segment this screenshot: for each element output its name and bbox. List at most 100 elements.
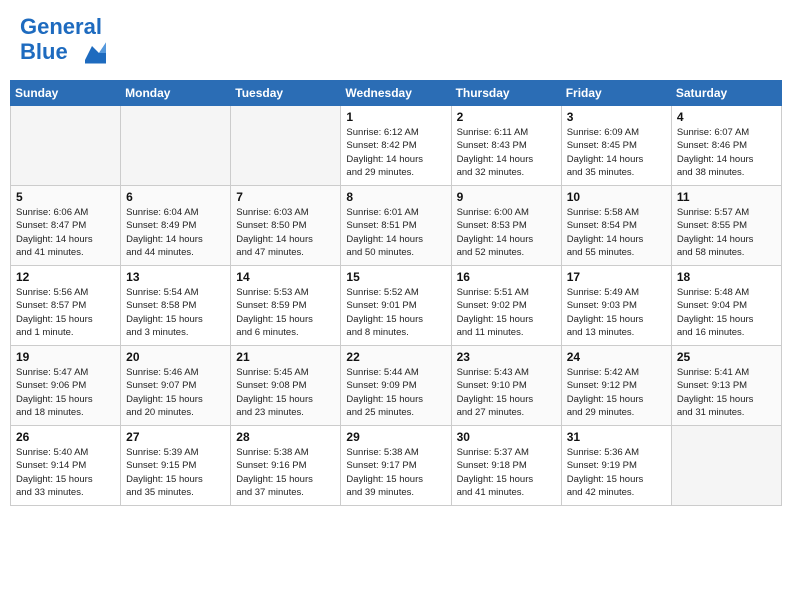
calendar-cell: 22 Sunrise: 5:44 AM Sunset: 9:09 PM Dayli… <box>341 346 451 426</box>
day-number: 24 <box>567 350 666 364</box>
calendar-cell: 18 Sunrise: 5:48 AM Sunset: 9:04 PM Dayli… <box>671 266 781 346</box>
weekday-header-monday: Monday <box>121 81 231 106</box>
day-number: 1 <box>346 110 445 124</box>
calendar-cell: 28Sunrise: 5:38 AM Sunset: 9:16 PM Dayli… <box>231 426 341 506</box>
day-number: 27 <box>126 430 225 444</box>
calendar-cell: 16Sunrise: 5:51 AM Sunset: 9:02 PM Dayli… <box>451 266 561 346</box>
day-info: Sunrise: 6:03 AM Sunset: 8:50 PM Dayligh… <box>236 206 335 259</box>
day-number: 20 <box>126 350 225 364</box>
day-number: 6 <box>126 190 225 204</box>
calendar-cell <box>231 106 341 186</box>
day-number: 9 <box>457 190 556 204</box>
day-number: 12 <box>16 270 115 284</box>
calendar-cell: 21 Sunrise: 5:45 AM Sunset: 9:08 PM Dayli… <box>231 346 341 426</box>
logo-general: General <box>20 14 102 39</box>
day-number: 31 <box>567 430 666 444</box>
day-info: Sunrise: 5:52 AM Sunset: 9:01 PM Dayligh… <box>346 286 445 339</box>
day-info: Sunrise: 5:49 AM Sunset: 9:03 PM Dayligh… <box>567 286 666 339</box>
day-number: 23 <box>457 350 556 364</box>
day-number: 7 <box>236 190 335 204</box>
day-info: Sunrise: 5:41 AM Sunset: 9:13 PM Dayligh… <box>677 366 776 419</box>
calendar-cell: 30 Sunrise: 5:37 AM Sunset: 9:18 PM Dayli… <box>451 426 561 506</box>
calendar-cell: 23Sunrise: 5:43 AM Sunset: 9:10 PM Dayli… <box>451 346 561 426</box>
weekday-header-friday: Friday <box>561 81 671 106</box>
calendar-cell: 17Sunrise: 5:49 AM Sunset: 9:03 PM Dayli… <box>561 266 671 346</box>
day-number: 8 <box>346 190 445 204</box>
weekday-header-row: SundayMondayTuesdayWednesdayThursdayFrid… <box>11 81 782 106</box>
day-number: 29 <box>346 430 445 444</box>
day-info: Sunrise: 6:04 AM Sunset: 8:49 PM Dayligh… <box>126 206 225 259</box>
calendar-table: SundayMondayTuesdayWednesdayThursdayFrid… <box>10 80 782 506</box>
day-info: Sunrise: 6:06 AM Sunset: 8:47 PM Dayligh… <box>16 206 115 259</box>
day-number: 13 <box>126 270 225 284</box>
day-info: Sunrise: 5:40 AM Sunset: 9:14 PM Dayligh… <box>16 446 115 499</box>
day-info: Sunrise: 5:38 AM Sunset: 9:16 PM Dayligh… <box>236 446 335 499</box>
calendar-cell: 10 Sunrise: 5:58 AM Sunset: 8:54 PM Dayli… <box>561 186 671 266</box>
page-header: General Blue <box>10 10 782 72</box>
calendar-cell: 24 Sunrise: 5:42 AM Sunset: 9:12 PM Dayli… <box>561 346 671 426</box>
day-info: Sunrise: 5:37 AM Sunset: 9:18 PM Dayligh… <box>457 446 556 499</box>
calendar-cell: 19Sunrise: 5:47 AM Sunset: 9:06 PM Dayli… <box>11 346 121 426</box>
day-info: Sunrise: 6:01 AM Sunset: 8:51 PM Dayligh… <box>346 206 445 259</box>
calendar-cell <box>671 426 781 506</box>
day-info: Sunrise: 6:09 AM Sunset: 8:45 PM Dayligh… <box>567 126 666 179</box>
week-row-4: 19Sunrise: 5:47 AM Sunset: 9:06 PM Dayli… <box>11 346 782 426</box>
day-info: Sunrise: 5:45 AM Sunset: 9:08 PM Dayligh… <box>236 366 335 419</box>
day-info: Sunrise: 5:54 AM Sunset: 8:58 PM Dayligh… <box>126 286 225 339</box>
day-number: 30 <box>457 430 556 444</box>
day-info: Sunrise: 5:39 AM Sunset: 9:15 PM Dayligh… <box>126 446 225 499</box>
day-info: Sunrise: 5:46 AM Sunset: 9:07 PM Dayligh… <box>126 366 225 419</box>
calendar-cell: 6 Sunrise: 6:04 AM Sunset: 8:49 PM Daylig… <box>121 186 231 266</box>
day-info: Sunrise: 5:58 AM Sunset: 8:54 PM Dayligh… <box>567 206 666 259</box>
day-info: Sunrise: 5:48 AM Sunset: 9:04 PM Dayligh… <box>677 286 776 339</box>
weekday-header-tuesday: Tuesday <box>231 81 341 106</box>
day-number: 14 <box>236 270 335 284</box>
calendar-cell: 12 Sunrise: 5:56 AM Sunset: 8:57 PM Dayli… <box>11 266 121 346</box>
calendar-cell: 31Sunrise: 5:36 AM Sunset: 9:19 PM Dayli… <box>561 426 671 506</box>
day-info: Sunrise: 6:12 AM Sunset: 8:42 PM Dayligh… <box>346 126 445 179</box>
weekday-header-thursday: Thursday <box>451 81 561 106</box>
day-number: 25 <box>677 350 776 364</box>
calendar-cell: 8 Sunrise: 6:01 AM Sunset: 8:51 PM Daylig… <box>341 186 451 266</box>
day-number: 10 <box>567 190 666 204</box>
calendar-cell: 26Sunrise: 5:40 AM Sunset: 9:14 PM Dayli… <box>11 426 121 506</box>
calendar-cell: 15 Sunrise: 5:52 AM Sunset: 9:01 PM Dayli… <box>341 266 451 346</box>
calendar-cell: 2 Sunrise: 6:11 AM Sunset: 8:43 PM Daylig… <box>451 106 561 186</box>
day-info: Sunrise: 6:00 AM Sunset: 8:53 PM Dayligh… <box>457 206 556 259</box>
day-number: 15 <box>346 270 445 284</box>
day-number: 16 <box>457 270 556 284</box>
week-row-5: 26Sunrise: 5:40 AM Sunset: 9:14 PM Dayli… <box>11 426 782 506</box>
day-number: 19 <box>16 350 115 364</box>
calendar-cell: 3 Sunrise: 6:09 AM Sunset: 8:45 PM Daylig… <box>561 106 671 186</box>
day-number: 21 <box>236 350 335 364</box>
week-row-2: 5Sunrise: 6:06 AM Sunset: 8:47 PM Daylig… <box>11 186 782 266</box>
calendar-cell <box>11 106 121 186</box>
day-info: Sunrise: 6:11 AM Sunset: 8:43 PM Dayligh… <box>457 126 556 179</box>
day-info: Sunrise: 5:56 AM Sunset: 8:57 PM Dayligh… <box>16 286 115 339</box>
calendar-cell: 1 Sunrise: 6:12 AM Sunset: 8:42 PM Daylig… <box>341 106 451 186</box>
calendar-cell: 11Sunrise: 5:57 AM Sunset: 8:55 PM Dayli… <box>671 186 781 266</box>
day-info: Sunrise: 5:38 AM Sunset: 9:17 PM Dayligh… <box>346 446 445 499</box>
logo-icon <box>78 39 106 67</box>
day-info: Sunrise: 5:53 AM Sunset: 8:59 PM Dayligh… <box>236 286 335 339</box>
day-number: 2 <box>457 110 556 124</box>
day-info: Sunrise: 5:44 AM Sunset: 9:09 PM Dayligh… <box>346 366 445 419</box>
calendar-cell <box>121 106 231 186</box>
weekday-header-sunday: Sunday <box>11 81 121 106</box>
day-number: 3 <box>567 110 666 124</box>
day-info: Sunrise: 5:42 AM Sunset: 9:12 PM Dayligh… <box>567 366 666 419</box>
calendar-cell: 9 Sunrise: 6:00 AM Sunset: 8:53 PM Daylig… <box>451 186 561 266</box>
calendar-cell: 29 Sunrise: 5:38 AM Sunset: 9:17 PM Dayli… <box>341 426 451 506</box>
calendar-cell: 13 Sunrise: 5:54 AM Sunset: 8:58 PM Dayli… <box>121 266 231 346</box>
logo: General Blue <box>20 15 106 67</box>
logo-blue: Blue <box>20 39 68 64</box>
calendar-cell: 5Sunrise: 6:06 AM Sunset: 8:47 PM Daylig… <box>11 186 121 266</box>
day-number: 18 <box>677 270 776 284</box>
day-number: 11 <box>677 190 776 204</box>
calendar-cell: 20 Sunrise: 5:46 AM Sunset: 9:07 PM Dayli… <box>121 346 231 426</box>
day-number: 4 <box>677 110 776 124</box>
calendar-cell: 7 Sunrise: 6:03 AM Sunset: 8:50 PM Daylig… <box>231 186 341 266</box>
day-number: 22 <box>346 350 445 364</box>
day-info: Sunrise: 6:07 AM Sunset: 8:46 PM Dayligh… <box>677 126 776 179</box>
calendar-cell: 4 Sunrise: 6:07 AM Sunset: 8:46 PM Daylig… <box>671 106 781 186</box>
